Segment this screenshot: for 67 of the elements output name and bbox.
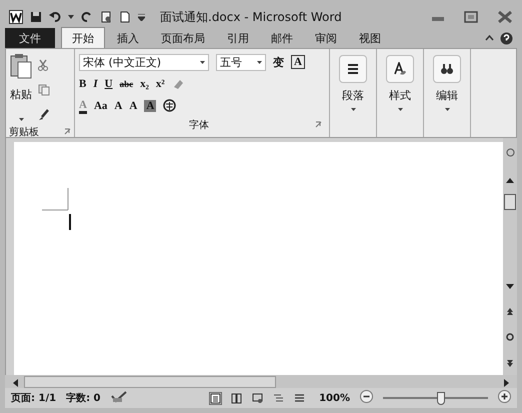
format-button[interactable]: x₂	[140, 78, 149, 90]
scroll-thumb[interactable]	[504, 194, 516, 210]
draft-view-icon[interactable]	[294, 392, 306, 404]
caret-icon	[257, 60, 262, 64]
font-name-dropdown[interactable]: 宋体 (中文正文)	[79, 54, 209, 70]
ribbon-tab[interactable]: 开始	[61, 27, 105, 49]
outline-view-icon[interactable]	[273, 392, 284, 404]
ribbon-large-button[interactable]: 样式	[377, 49, 424, 137]
format-button[interactable]: U	[104, 78, 113, 90]
ribbon-tab[interactable]: 视图	[349, 28, 391, 48]
zoom-in-button[interactable]	[498, 390, 511, 406]
caret-icon	[398, 108, 402, 111]
word-count[interactable]: 字数: 0	[66, 391, 101, 405]
zoom-slider-thumb[interactable]	[436, 392, 445, 404]
ribbon-large-button[interactable]: 段落	[330, 49, 377, 137]
customize-caret-icon[interactable]	[138, 14, 145, 20]
ribbon-tab[interactable]: 页面布局	[151, 28, 215, 48]
caret-icon	[350, 108, 356, 111]
text-cursor	[69, 214, 71, 230]
ribbon-tab[interactable]: 审阅	[305, 28, 347, 48]
maximize-button[interactable]	[464, 11, 478, 23]
web-layout-icon[interactable]	[252, 392, 264, 404]
paragraph-icon	[339, 55, 367, 83]
scroll-thumb[interactable]	[24, 376, 276, 388]
caret-icon	[444, 108, 450, 111]
phonetic-guide-button[interactable]: 变	[273, 54, 284, 70]
group-label: 剪贴板	[9, 126, 39, 139]
redo-icon[interactable]	[81, 11, 93, 23]
horizontal-scrollbar[interactable]	[5, 375, 517, 388]
find-icon	[433, 55, 461, 83]
character-border-button[interactable]: A	[291, 55, 305, 69]
format-button[interactable]: A	[144, 100, 156, 112]
save-icon[interactable]	[30, 11, 42, 23]
close-button[interactable]	[497, 10, 513, 24]
ribbon-tab[interactable]: 插入	[107, 28, 149, 48]
ribbon-tab[interactable]: 邮件	[261, 28, 303, 48]
font-size-dropdown[interactable]: 五号	[216, 54, 266, 70]
proofing-icon[interactable]	[110, 390, 127, 406]
window-title: 面试通知.docx - Microsoft Word	[160, 8, 343, 26]
vertical-scrollbar[interactable]	[503, 138, 517, 375]
format-button[interactable]: A	[114, 100, 122, 112]
ribbon-tab[interactable]: 引用	[217, 28, 259, 48]
print-preview-icon[interactable]	[100, 11, 112, 23]
undo-icon[interactable]	[49, 11, 61, 23]
reading-view-icon[interactable]	[231, 392, 242, 404]
help-icon[interactable]	[500, 32, 513, 44]
text-boundary-mark	[42, 188, 70, 212]
print-layout-icon[interactable]	[210, 392, 222, 404]
collapse-ribbon-icon[interactable]	[485, 35, 494, 41]
group-label: 字体	[189, 118, 209, 132]
zoom-level[interactable]: 100%	[319, 392, 350, 404]
zoom-out-button[interactable]	[360, 390, 373, 406]
word-logo-icon	[9, 10, 23, 24]
paste-button[interactable]: 粘贴	[10, 87, 32, 102]
dropdown-caret-icon[interactable]	[68, 15, 74, 19]
format-button[interactable]: A	[129, 100, 138, 112]
file-tab[interactable]: 文件	[5, 28, 55, 48]
caret-icon	[200, 60, 205, 64]
format-button[interactable]: I	[93, 78, 98, 90]
ribbon-large-button[interactable]: 编辑	[424, 49, 471, 137]
format-button[interactable]: abc	[120, 79, 134, 89]
format-button[interactable]: Aa	[94, 100, 108, 112]
format-button[interactable]: B	[79, 78, 86, 90]
new-document-icon[interactable]	[119, 11, 131, 23]
format-button[interactable]: x²	[156, 78, 165, 90]
styles-icon	[386, 55, 414, 83]
page-count[interactable]: 页面: 1/1	[11, 391, 56, 405]
